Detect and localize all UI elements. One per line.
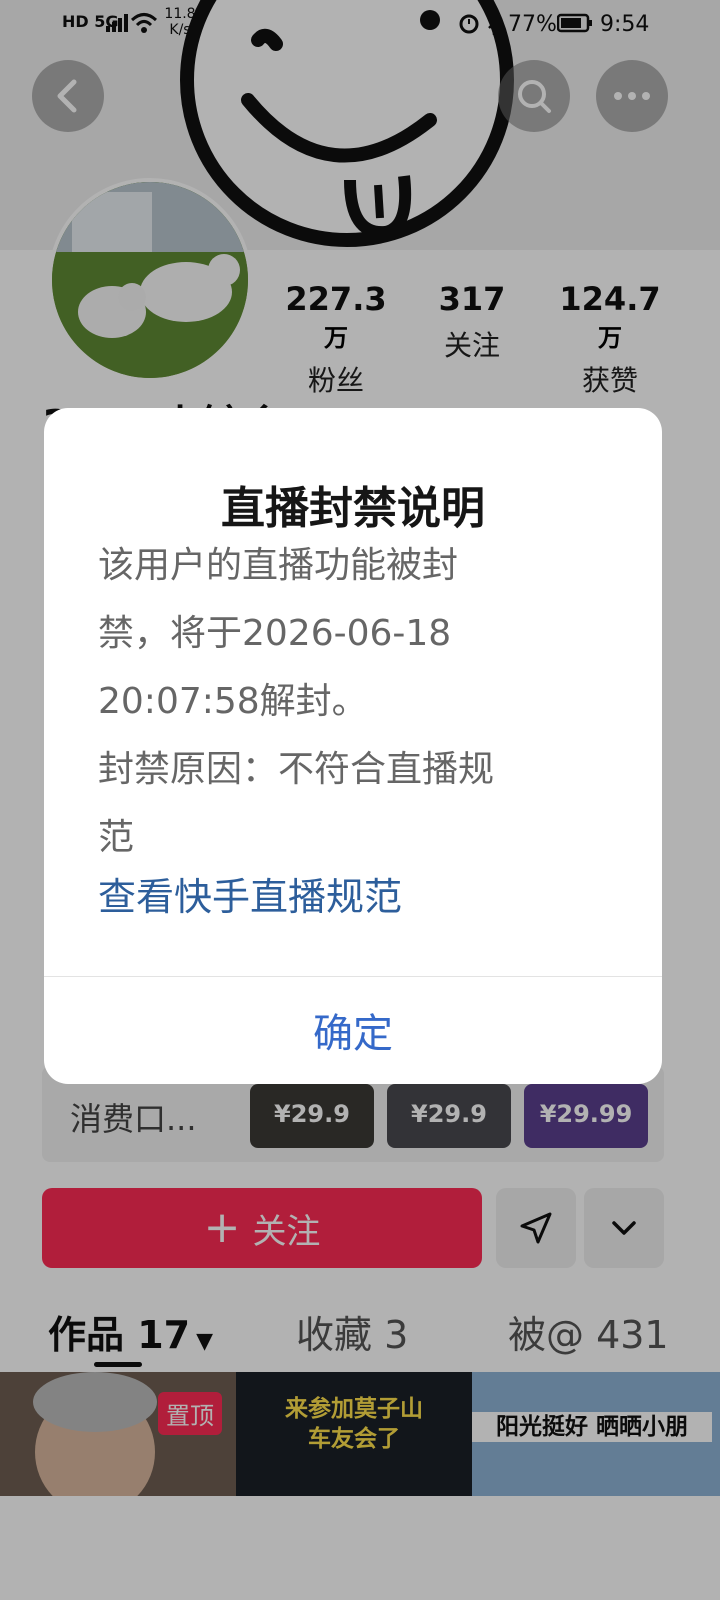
dialog-body-line: 封禁原因：不符合直播规 [98, 749, 495, 790]
dialog-body-line: 该用户的直播功能被封 [98, 545, 459, 586]
dialog-body-line: 20:07:58解封。 [98, 681, 368, 722]
dialog-title: 直播封禁说明 [221, 483, 485, 534]
dialog-body: 该用户的直播功能被封 禁，将于2026-06-18 20:07:58解封。 封禁… [98, 532, 618, 872]
dialog-body-line: 禁，将于2026-06-18 [98, 613, 452, 654]
dialog-body-line: 范 [98, 817, 135, 858]
live-ban-dialog: 直播封禁说明 该用户的直播功能被封 禁，将于2026-06-18 20:07:5… [44, 408, 662, 1084]
live-rules-link[interactable]: 查看快手直播规范 [98, 866, 402, 921]
confirm-button[interactable]: 确定 [44, 976, 662, 1084]
